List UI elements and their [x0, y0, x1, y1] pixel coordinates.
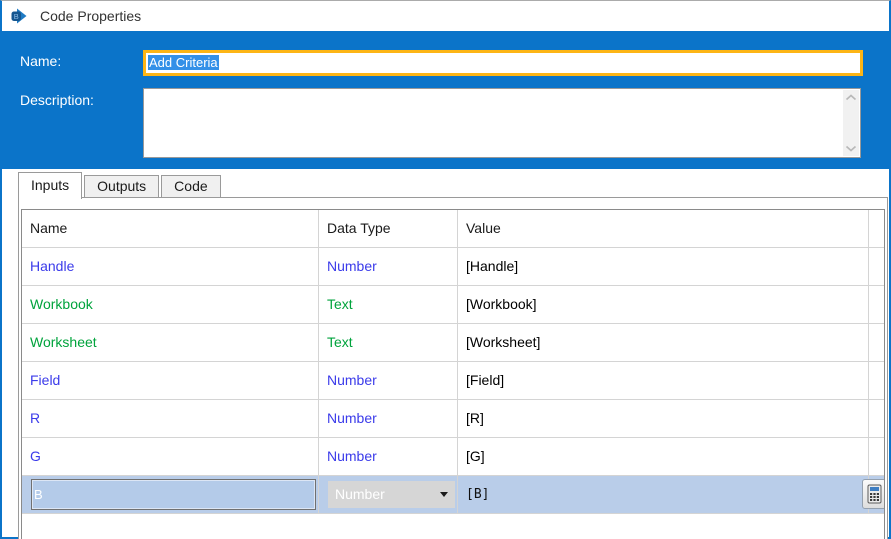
input-value-cell: [Workbook] — [458, 286, 869, 323]
name-label: Name: — [20, 53, 62, 69]
column-header-name[interactable]: Name — [22, 210, 319, 247]
input-name-cell: Handle — [22, 248, 319, 285]
name-input[interactable]: Add Criteria — [143, 50, 863, 76]
list-header-row: Name Data Type Value — [22, 210, 884, 248]
tab-strip: Inputs Outputs Code — [18, 172, 223, 199]
calculator-icon — [867, 484, 881, 504]
input-actions-cell — [869, 248, 884, 285]
input-row-workbook[interactable]: Workbook Text [Workbook] — [22, 286, 884, 324]
description-text — [144, 89, 860, 93]
input-name-cell: Worksheet — [22, 324, 319, 361]
input-value-cell: [Field] — [458, 362, 869, 399]
code-stage-icon: B — [11, 8, 27, 24]
input-datatype-cell: Text — [319, 324, 458, 361]
tab-code[interactable]: Code — [161, 175, 221, 197]
expression-editor-button[interactable] — [862, 479, 884, 509]
chevron-down-arrow — [440, 492, 448, 497]
title-bar: B Code Properties — [2, 1, 889, 31]
input-name-cell: Field — [22, 362, 319, 399]
description-scrollbar[interactable] — [843, 90, 859, 156]
input-name-cell: B — [22, 476, 319, 513]
input-datatype-dropdown[interactable]: Number — [328, 481, 455, 508]
input-value-cell: [Handle] — [458, 248, 869, 285]
chevron-down-icon[interactable] — [845, 145, 857, 152]
input-actions-cell — [869, 438, 884, 475]
input-row-handle[interactable]: Handle Number [Handle] — [22, 248, 884, 286]
input-name-cell: Workbook — [22, 286, 319, 323]
input-value-cell: [R] — [458, 400, 869, 437]
svg-text:B: B — [14, 12, 19, 21]
input-datatype-cell: Number — [319, 476, 458, 513]
column-header-data-type[interactable]: Data Type — [319, 210, 458, 247]
name-input-selected-text: Add Criteria — [148, 55, 219, 70]
chevron-up-icon[interactable] — [845, 94, 857, 101]
input-name-cell: G — [22, 438, 319, 475]
tab-inputs[interactable]: Inputs — [18, 172, 83, 199]
list-body: Handle Number [Handle] Workbook Text [Workboo… — [22, 248, 884, 514]
code-properties-window: B Code Properties Name: Add Criteria Des… — [0, 0, 891, 539]
tab-outputs[interactable]: Outputs — [84, 175, 160, 197]
properties-header-panel: Name: Add Criteria Description: — [2, 31, 889, 169]
description-input[interactable] — [143, 88, 861, 158]
inputs-tab-page: Name Data Type Value Handle Number [Handle] W… — [18, 197, 888, 539]
input-datatype-cell: Number — [319, 438, 458, 475]
input-datatype-cell: Number — [319, 248, 458, 285]
input-row-r[interactable]: R Number [R] — [22, 400, 884, 438]
input-row-field[interactable]: Field Number [Field] — [22, 362, 884, 400]
input-datatype-cell: Text — [319, 286, 458, 323]
input-actions-cell — [869, 286, 884, 323]
window-title: Code Properties — [40, 8, 142, 24]
input-name-editbox[interactable]: B — [31, 479, 316, 510]
description-label: Description: — [20, 92, 94, 108]
input-actions-cell — [869, 400, 884, 437]
input-value-cell: [Worksheet] — [458, 324, 869, 361]
column-header-value[interactable]: Value — [458, 210, 869, 247]
input-row-g[interactable]: G Number [G] — [22, 438, 884, 476]
input-datatype-cell: Number — [319, 400, 458, 437]
input-value-cell: [G] — [458, 438, 869, 475]
column-header-spacer — [869, 210, 884, 247]
input-name-cell: R — [22, 400, 319, 437]
inputs-list: Name Data Type Value Handle Number [Handle] W… — [21, 209, 885, 539]
input-actions-cell — [869, 362, 884, 399]
input-row-worksheet[interactable]: Worksheet Text [Worksheet] — [22, 324, 884, 362]
input-datatype-cell: Number — [319, 362, 458, 399]
input-actions-cell — [869, 324, 884, 361]
input-row-b[interactable]: B Number [B] — [22, 476, 884, 514]
input-value-cell[interactable]: [B] — [458, 476, 869, 513]
